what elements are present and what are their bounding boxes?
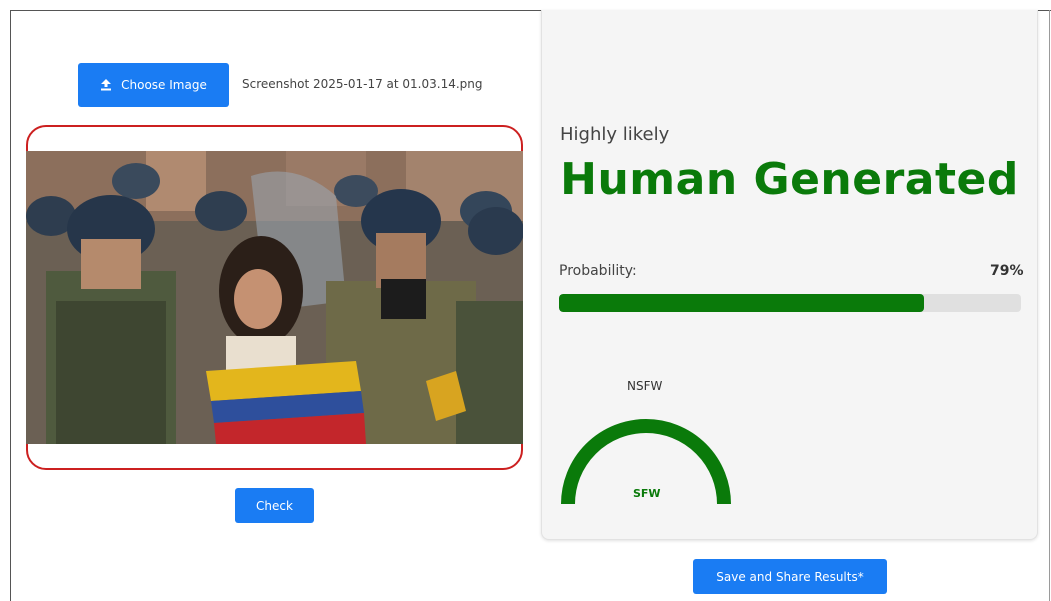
selected-file-name: Screenshot 2025-01-17 at 01.03.14.png [242,77,483,91]
uploaded-image-preview [26,151,523,444]
likelihood-text: Highly likely [560,124,670,145]
probability-bar-fill [559,294,924,312]
nsfw-label: NSFW [627,379,663,393]
probability-value: 79% [990,263,1024,279]
sfw-label: SFW [633,487,661,500]
window-right-border [1049,10,1050,601]
save-and-share-button[interactable]: Save and Share Results* [693,559,887,594]
choose-image-button[interactable]: Choose Image [78,63,229,107]
verdict-text: Human Generated [560,154,1019,205]
choose-image-label: Choose Image [121,78,207,92]
probability-bar [559,294,1021,312]
preview-photo [26,151,523,444]
upload-icon [100,79,112,91]
probability-label: Probability: [559,263,637,279]
window-left-border [10,10,11,601]
check-button[interactable]: Check [235,488,314,523]
